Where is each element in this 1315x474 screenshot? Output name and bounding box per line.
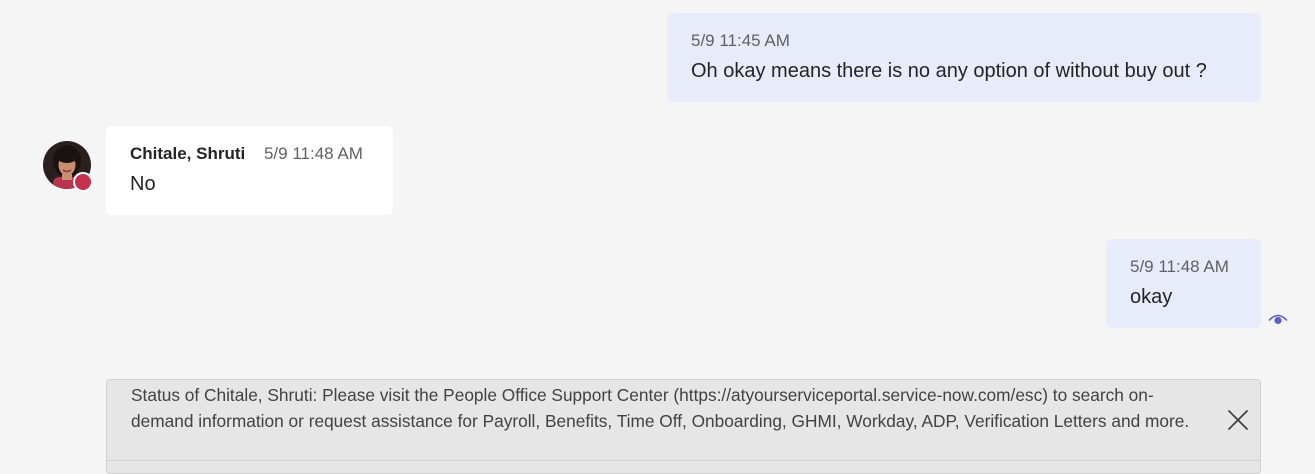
message-bubble-mine[interactable]: 5/9 11:45 AM Oh okay means there is no a…	[667, 13, 1261, 102]
message-text: okay	[1130, 286, 1173, 308]
message-text: Oh okay means there is no any option of …	[691, 60, 1207, 82]
close-icon[interactable]	[1227, 409, 1249, 431]
message-bubble-mine[interactable]: 5/9 11:48 AM okay	[1106, 239, 1261, 328]
message-meta: Chitale, Shruti 5/9 11:48 AM	[130, 144, 369, 164]
message-timestamp: 5/9 11:48 AM	[263, 144, 363, 163]
status-banner: Status of Chitale, Shruti: Please visit …	[106, 379, 1261, 474]
message-bubble-theirs[interactable]: Chitale, Shruti 5/9 11:48 AM No	[106, 126, 393, 215]
eye-icon[interactable]	[1268, 312, 1288, 326]
divider	[107, 460, 1260, 461]
message-timestamp: 5/9 11:45 AM	[691, 31, 790, 50]
message-text: No	[130, 173, 156, 195]
status-message: Status of Chitale, Shruti: Please visit …	[131, 385, 1190, 431]
presence-busy-indicator	[73, 172, 93, 192]
sender-name[interactable]: Chitale, Shruti	[130, 144, 245, 163]
message-timestamp: 5/9 11:48 AM	[1130, 257, 1229, 276]
